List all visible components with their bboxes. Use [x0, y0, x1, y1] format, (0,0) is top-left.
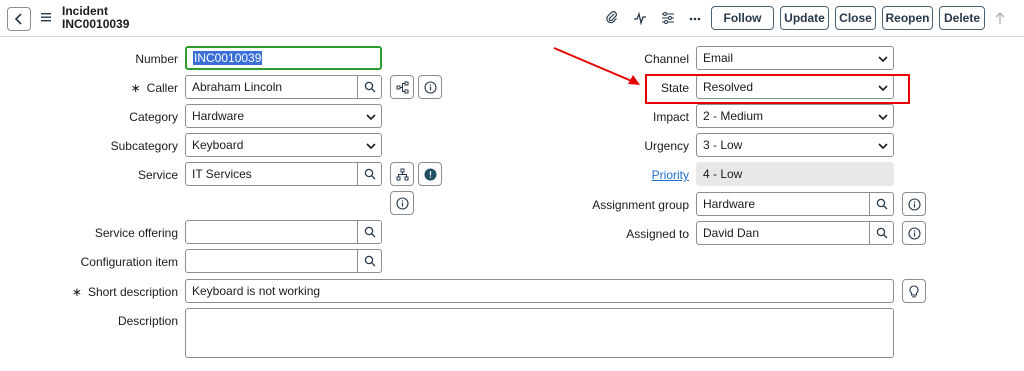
hierarchy-icon: [396, 81, 408, 93]
reopen-button[interactable]: Reopen: [882, 6, 933, 30]
chevron-down-icon: [878, 143, 888, 150]
caller-hierarchy-button[interactable]: [390, 75, 414, 99]
configuration-item-label: Configuration item: [80, 255, 178, 269]
assigned-to-label: Assigned to: [626, 227, 689, 241]
chevron-down-icon: [878, 114, 888, 121]
record-type-title: Incident: [62, 4, 109, 18]
priority-value: 4 - Low: [703, 167, 743, 181]
delete-button[interactable]: Delete: [939, 6, 985, 30]
service-alert-button[interactable]: [418, 162, 442, 186]
impact-select[interactable]: 2 - Medium: [696, 104, 894, 128]
impact-value: 2 - Medium: [703, 109, 764, 123]
search-icon: [364, 168, 375, 180]
annotation-arrow: [553, 47, 640, 85]
search-icon: [364, 226, 375, 238]
update-button[interactable]: Update: [780, 6, 829, 30]
caller-field[interactable]: Abraham Lincoln: [185, 75, 382, 99]
assignment-group-label: Assignment group: [592, 198, 689, 212]
service-info-button[interactable]: [390, 191, 414, 215]
caller-value: Abraham Lincoln: [192, 80, 283, 94]
back-button[interactable]: [7, 7, 31, 31]
category-value: Hardware: [192, 109, 245, 123]
urgency-value: 3 - Low: [703, 138, 743, 152]
subcategory-label: Subcategory: [110, 139, 178, 153]
assignment-group-field[interactable]: Hardware: [696, 192, 894, 216]
service-search-button[interactable]: [357, 163, 381, 185]
service-offering-field[interactable]: [185, 220, 382, 244]
assignment-group-value: Hardware: [703, 197, 756, 211]
subcategory-value: Keyboard: [192, 138, 244, 152]
service-offering-search-button[interactable]: [357, 221, 381, 243]
short-description-label-text: Short description: [87, 285, 178, 299]
required-mark: ∗: [130, 81, 141, 95]
assigned-to-search-button[interactable]: [869, 222, 893, 244]
assigned-to-field[interactable]: David Dan: [696, 221, 894, 245]
follow-button[interactable]: Follow: [711, 6, 774, 30]
subcategory-select[interactable]: Keyboard: [185, 133, 382, 157]
arrow-up-icon[interactable]: [993, 10, 1007, 26]
service-field[interactable]: IT Services: [185, 162, 382, 186]
priority-field: 4 - Low: [696, 162, 894, 186]
urgency-label: Urgency: [644, 139, 689, 153]
category-label: Category: [129, 110, 178, 124]
service-offering-label: Service offering: [94, 226, 178, 240]
short-description-value: Keyboard is not working: [192, 284, 321, 298]
channel-label: Channel: [644, 52, 689, 66]
search-icon: [364, 255, 375, 267]
more-options-icon[interactable]: [687, 10, 703, 26]
close-button[interactable]: Close: [835, 6, 876, 30]
description-textarea[interactable]: [185, 308, 894, 358]
channel-value: Email: [703, 51, 734, 65]
record-number-title: INC0010039: [62, 17, 130, 31]
caller-label-text: Caller: [146, 81, 178, 95]
service-value: IT Services: [192, 167, 252, 181]
lightbulb-icon: [909, 284, 919, 297]
required-mark: ∗: [71, 285, 82, 299]
service-label: Service: [137, 168, 178, 182]
info-icon: [907, 226, 921, 240]
assigned-to-info-button[interactable]: [902, 221, 926, 245]
number-label: Number: [135, 52, 178, 66]
description-label: Description: [117, 314, 178, 328]
chevron-down-icon: [878, 56, 888, 63]
urgency-select[interactable]: 3 - Low: [696, 133, 894, 157]
paperclip-icon[interactable]: [604, 10, 620, 26]
impact-label: Impact: [652, 110, 689, 124]
alert-icon: [424, 168, 436, 180]
chevron-down-icon: [366, 143, 376, 150]
short-description-label: ∗ Short description: [72, 285, 178, 299]
caller-label: ∗ Caller: [131, 81, 178, 95]
priority-link[interactable]: Priority: [652, 168, 689, 182]
form-header: Incident INC0010039 Follow Update Close …: [0, 0, 1024, 37]
hamburger-menu-icon[interactable]: [40, 11, 52, 23]
assignment-group-search-button[interactable]: [869, 193, 893, 215]
state-highlight-box: [645, 74, 910, 104]
chevron-down-icon: [366, 114, 376, 121]
assigned-to-value: David Dan: [703, 226, 760, 240]
info-icon: [907, 197, 921, 211]
number-value: INC0010039: [193, 51, 263, 65]
activity-pulse-icon[interactable]: [632, 10, 648, 26]
suggestion-button[interactable]: [902, 279, 926, 303]
caller-search-button[interactable]: [357, 76, 381, 98]
configuration-item-field[interactable]: [185, 249, 382, 273]
assignment-group-info-button[interactable]: [902, 192, 926, 216]
search-icon: [364, 81, 375, 93]
configuration-item-search-button[interactable]: [357, 250, 381, 272]
number-field[interactable]: INC0010039: [185, 46, 382, 70]
channel-select[interactable]: Email: [696, 46, 894, 70]
dependency-map-icon: [396, 168, 408, 180]
short-description-field[interactable]: Keyboard is not working: [185, 279, 894, 303]
search-icon: [876, 198, 887, 210]
search-icon: [876, 227, 887, 239]
service-map-button[interactable]: [390, 162, 414, 186]
category-select[interactable]: Hardware: [185, 104, 382, 128]
caller-info-button[interactable]: [418, 75, 442, 99]
settings-sliders-icon[interactable]: [660, 10, 676, 26]
info-icon: [423, 80, 437, 94]
info-icon: [395, 196, 409, 210]
chevron-left-icon: [14, 13, 22, 25]
